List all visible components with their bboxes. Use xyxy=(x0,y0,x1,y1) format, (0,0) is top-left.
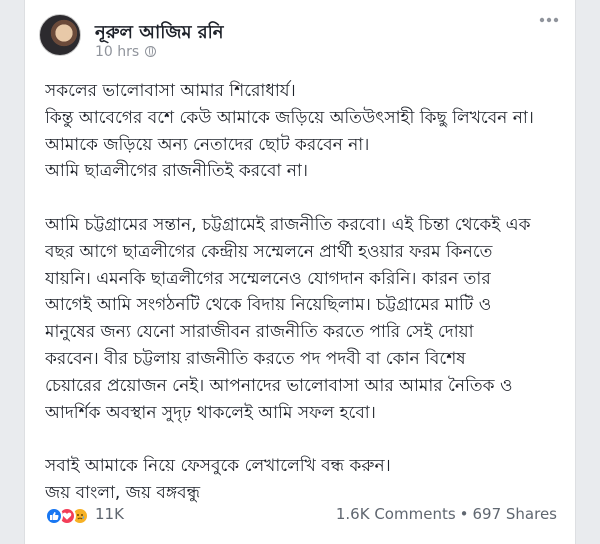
post-line: আমাকে জড়িয়ে অন্য নেতাদের ছোট করবেন না। xyxy=(45,134,370,155)
post-footer: 11K 1.6K Comments • 697 Shares xyxy=(45,502,557,530)
shares-count[interactable]: 697 Shares xyxy=(473,505,558,523)
post-card: নূরুল আজিম রনি 10 hrs সকলের ভালোবাসা আমা… xyxy=(24,0,576,544)
post-line: সবাই আমাকে নিয়ে ফেসবুকে লেখালেখি বন্ধ ক… xyxy=(45,456,391,477)
post-line: চেয়ারের প্রয়োজন নেই। আপনাদের ভালোবাসা … xyxy=(45,375,513,396)
post-line: আমি চট্টগ্রামের সন্তান, চট্টগ্রামেই রাজন… xyxy=(45,214,531,235)
post-header: নূরুল আজিম রনি 10 hrs xyxy=(39,14,561,64)
globe-icon xyxy=(145,46,157,57)
post-body: সকলের ভালোবাসা আমার শিরোধার্য। কিন্তু আব… xyxy=(45,78,557,507)
post-line: আগেই আমি সংগঠনটি থেকে বিদায় নিয়েছিলাম।… xyxy=(45,295,492,316)
like-icon xyxy=(45,507,63,525)
post-line: আদর্শিক অবস্থান সুদৃঢ় থাকলেই আমি সফল হব… xyxy=(45,402,376,423)
post-line: আমি ছাত্রলীগের রাজনীতিই করবো না। xyxy=(45,161,308,182)
post-line: করবেন। বীর চট্টলায় রাজনীতি করতে পদ পদবী… xyxy=(45,348,466,369)
post-line: বছর আগে ছাত্রলীগের কেন্দ্রীয় সম্মেলনে প… xyxy=(45,241,493,262)
post-line: মানুষের জন্য যেনো সারাজীবন রাজনীতি করতে … xyxy=(45,322,474,343)
post-line: কিন্তু আবেগের বশে কেউ আমাকে জড়িয়ে অতিউ… xyxy=(45,107,534,128)
avatar[interactable] xyxy=(39,14,81,56)
post-line: যায়নি। এমনকি ছাত্রলীগের সম্মেলনেও যোগদা… xyxy=(45,268,491,289)
post-time[interactable]: 10 hrs xyxy=(95,44,139,60)
post-line: সকলের ভালোবাসা আমার শিরোধার্য। xyxy=(45,81,296,101)
comments-count[interactable]: 1.6K Comments xyxy=(336,505,456,523)
reaction-count[interactable]: 11K xyxy=(95,505,124,523)
more-options-icon[interactable] xyxy=(537,14,561,34)
engagement-stats: 1.6K Comments • 697 Shares xyxy=(336,505,557,523)
post-meta: 10 hrs xyxy=(95,44,157,60)
separator: • xyxy=(459,505,469,523)
